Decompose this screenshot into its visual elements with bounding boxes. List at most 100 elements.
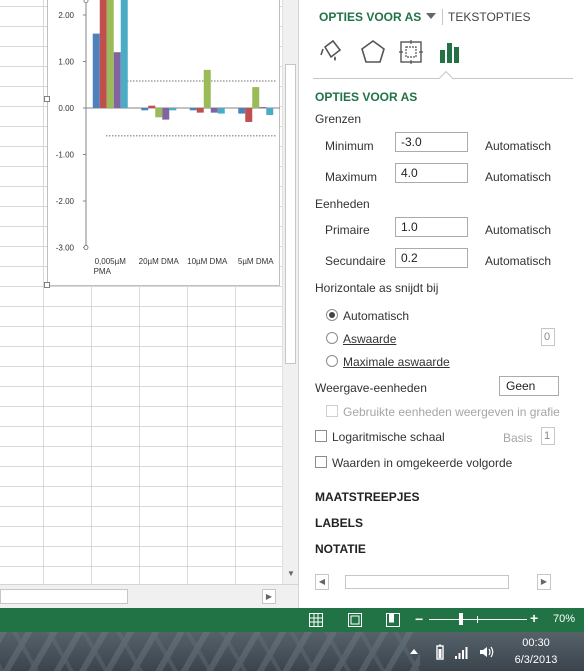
zoom-slider-thumb[interactable]: [459, 613, 463, 625]
show-hidden-icons-icon[interactable]: [406, 644, 422, 660]
bar: [169, 108, 177, 111]
radio-aswaarde[interactable]: [326, 332, 338, 344]
active-tab-pointer: [438, 70, 454, 86]
scroll-down-arrow-icon[interactable]: ▼: [285, 568, 297, 580]
primaire-input[interactable]: [395, 217, 468, 237]
taskbar-background: [0, 632, 420, 671]
vertical-scrollbar[interactable]: ▼: [282, 0, 298, 584]
section-axis-options-title[interactable]: OPTIES VOOR AS: [315, 90, 417, 104]
clock-time[interactable]: 00:30: [506, 637, 566, 649]
tab-text-options[interactable]: TEKSTOPTIES: [448, 10, 530, 24]
scroll-left-arrow-icon[interactable]: ◀: [315, 574, 329, 590]
axis-options-bar-icon[interactable]: [436, 38, 464, 66]
radio-automatisch-label[interactable]: Automatisch: [343, 309, 409, 323]
chevron-down-icon[interactable]: [426, 13, 437, 19]
bar: [217, 108, 225, 114]
zoom-slider[interactable]: [429, 619, 527, 620]
primaire-auto-button[interactable]: Automatisch: [485, 223, 551, 237]
fill-line-icon[interactable]: [317, 38, 345, 66]
signal-icon[interactable]: [454, 644, 470, 660]
primaire-label: Primaire: [325, 223, 370, 237]
page-break-icon[interactable]: [385, 612, 401, 628]
bar: [141, 108, 149, 111]
chart-area[interactable]: 2.00 1.00 0.00 -1.00 -2.00 -3.00 0,005µM PMA 20µ…: [47, 0, 280, 286]
radio-maximale-aswaarde-label[interactable]: Maximale aswaarde: [343, 355, 450, 369]
bar: [245, 108, 253, 122]
zoom-in-button[interactable]: +: [530, 610, 538, 626]
bar: [189, 108, 197, 111]
radio-aswaarde-label[interactable]: Aswaarde: [343, 332, 396, 346]
maximum-label: Maximum: [325, 170, 378, 184]
tab-separator: [442, 9, 443, 25]
effects-pentagon-icon[interactable]: [359, 38, 387, 66]
section-maatstreepjes[interactable]: MAATSTREEPJES: [315, 490, 419, 504]
radio-automatisch[interactable]: [326, 309, 338, 321]
bar: [210, 108, 218, 113]
worksheet[interactable]: 2.00 1.00 0.00 -1.00 -2.00 -3.00 0,005µM PMA 20µ…: [0, 0, 282, 584]
section-notatie[interactable]: NOTATIE: [315, 542, 366, 556]
basis-input[interactable]: 1: [541, 427, 555, 445]
bar: [120, 0, 128, 108]
maximum-auto-button[interactable]: Automatisch: [485, 170, 551, 184]
pane-scroll-thumb[interactable]: [345, 575, 509, 589]
omgekeerde-volgorde-checkbox[interactable]: [315, 456, 327, 468]
tab-axis-options[interactable]: OPTIES VOOR AS: [319, 10, 437, 24]
logaritmische-schaal-checkbox[interactable]: [315, 430, 327, 442]
bar: [266, 108, 274, 115]
status-bar: − + 70%: [0, 608, 584, 632]
scroll-right-arrow-icon[interactable]: ▶: [537, 574, 551, 590]
y-tick-label: 1.00: [58, 58, 74, 67]
horizontal-cross-heading: Horizontale as snijdt bij: [315, 281, 439, 295]
aswaarde-input[interactable]: 0: [541, 328, 555, 346]
size-properties-icon[interactable]: [397, 38, 425, 66]
x-tick-label: 20µM DMA: [139, 257, 180, 266]
eenheden-heading: Eenheden: [315, 197, 370, 211]
clock-date[interactable]: 6/3/2013: [506, 654, 566, 666]
x-tick-label: PMA: [94, 267, 112, 276]
zoom-out-button[interactable]: −: [415, 611, 423, 627]
vertical-scroll-thumb[interactable]: [285, 64, 296, 364]
page-layout-icon[interactable]: [347, 612, 363, 628]
y-tick-label: -2.00: [56, 197, 75, 206]
pane-horizontal-scrollbar[interactable]: ◀ ▶: [315, 574, 553, 590]
bar: [162, 108, 170, 120]
battery-icon[interactable]: [432, 644, 448, 660]
gebruikte-eenheden-label: Gebruikte eenheden weergeven in grafie: [343, 405, 560, 419]
minimum-input[interactable]: [395, 132, 468, 152]
zoom-level[interactable]: 70%: [553, 613, 575, 625]
secundaire-auto-button[interactable]: Automatisch: [485, 254, 551, 268]
axis-selection-handle: [83, 245, 89, 250]
radio-maximale-aswaarde[interactable]: [326, 355, 338, 367]
minimum-auto-button[interactable]: Automatisch: [485, 139, 551, 153]
y-tick-label: -3.00: [56, 244, 75, 253]
horizontal-scrollbar[interactable]: ▶: [0, 584, 298, 608]
volume-icon[interactable]: [478, 644, 494, 660]
omgekeerde-volgorde-label[interactable]: Waarden in omgekeerde volgorde: [332, 456, 512, 470]
bar-chart[interactable]: 2.00 1.00 0.00 -1.00 -2.00 -3.00 0,005µMPMA 20µ…: [48, 0, 281, 286]
bar: [238, 108, 246, 114]
bar: [92, 33, 100, 108]
bar: [155, 108, 163, 118]
secundaire-input[interactable]: [395, 248, 468, 268]
bar: [148, 105, 156, 108]
bar: [252, 87, 260, 108]
section-labels[interactable]: LABELS: [315, 516, 363, 530]
secundaire-label: Secundaire: [325, 254, 386, 268]
maximum-input[interactable]: [395, 163, 468, 183]
chart-resize-handle-bottom-left[interactable]: [44, 282, 50, 288]
tab-axis-options-label: OPTIES VOOR AS: [319, 10, 422, 24]
weergave-eenheden-select[interactable]: Geen: [499, 376, 559, 396]
y-tick-label: -1.00: [56, 151, 75, 160]
zoom-slider-center-tick: [477, 616, 478, 623]
logaritmische-schaal-label[interactable]: Logaritmische schaal: [332, 430, 445, 444]
x-tick-label: 10µM DMA: [187, 257, 228, 266]
axis-selection-handle: [83, 0, 89, 4]
chart-resize-handle-left[interactable]: [44, 96, 50, 102]
scroll-right-arrow-icon[interactable]: ▶: [262, 589, 276, 604]
normal-view-icon[interactable]: [308, 612, 324, 628]
gebruikte-eenheden-checkbox[interactable]: [326, 405, 338, 417]
horizontal-scroll-thumb[interactable]: [0, 589, 128, 604]
weergave-eenheden-label: Weergave-eenheden: [315, 381, 427, 395]
bar: [259, 107, 267, 109]
bar: [203, 69, 211, 108]
